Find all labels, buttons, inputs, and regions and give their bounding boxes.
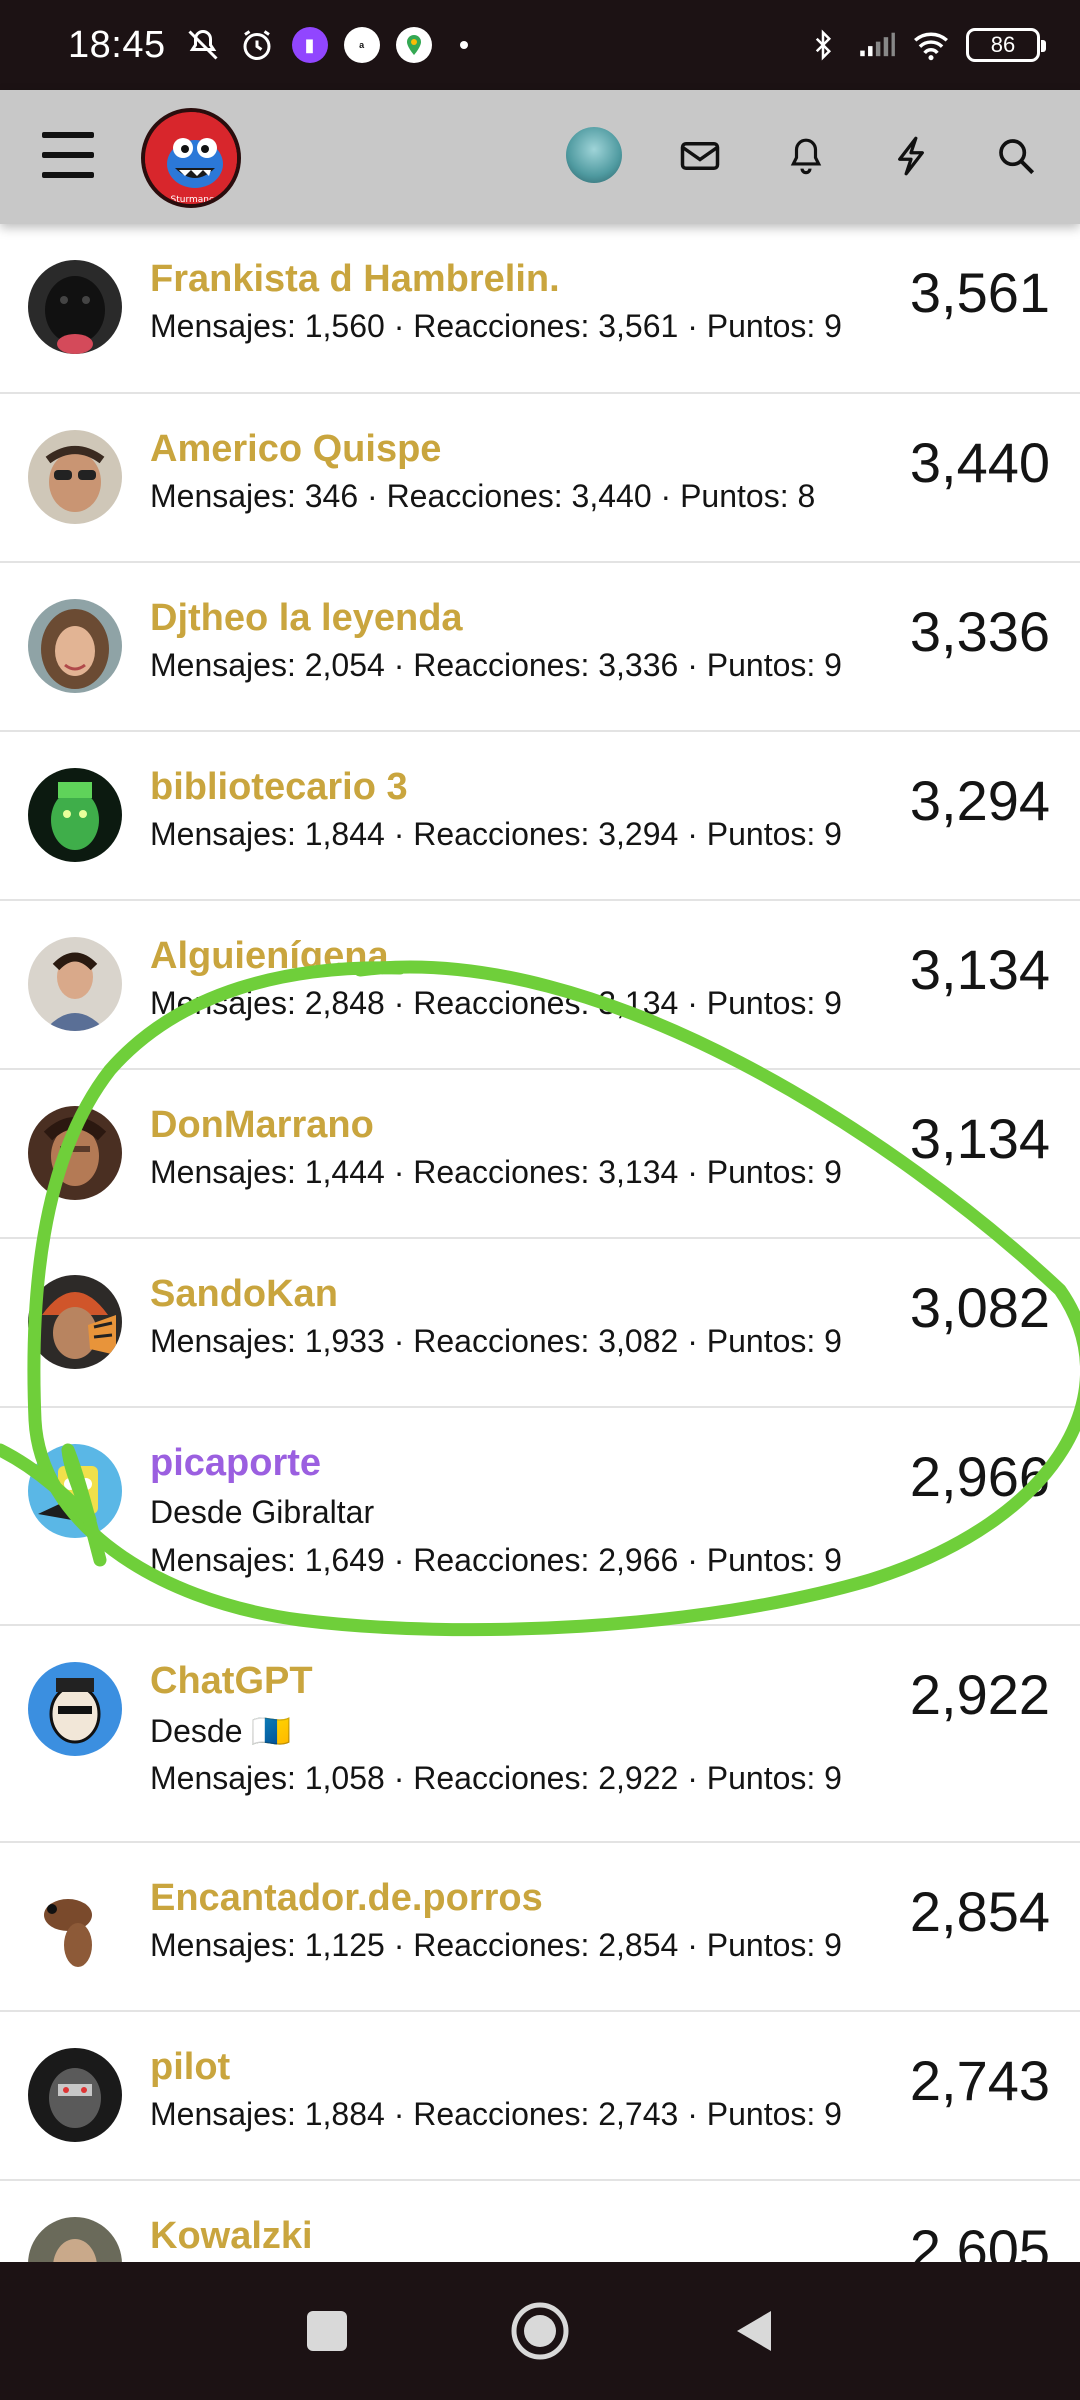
more-notifications-dot: [459, 41, 468, 49]
member-score: 3,561: [909, 261, 1050, 324]
home-circle-icon[interactable]: [500, 2291, 580, 2371]
logo-text: Sturmanca: [171, 195, 220, 205]
battery-indicator: 86: [966, 28, 1046, 62]
hamburger-menu-icon[interactable]: [42, 132, 94, 178]
avatar[interactable]: [28, 1275, 122, 1369]
member-stats: Mensajes: 2,054 · Reacciones: 3,336 · Pu…: [150, 647, 842, 683]
list-item[interactable]: picaporte Desde Gibraltar Mensajes: 1,64…: [0, 1408, 1080, 1626]
member-score: 3,134: [909, 1107, 1050, 1170]
list-item[interactable]: ChatGPT Desde 🇮🇨 Mensajes: 1,058 · Reacc…: [0, 1626, 1080, 1843]
mail-icon[interactable]: [675, 131, 725, 181]
member-score: 3,082: [909, 1276, 1050, 1339]
member-stats: Mensajes: 1,058 · Reacciones: 2,922 · Pu…: [150, 1760, 842, 1796]
member-name[interactable]: Djtheo la leyenda: [150, 597, 463, 640]
member-stats: Mensajes: 1,649 · Reacciones: 2,966 · Pu…: [150, 1542, 842, 1578]
wifi-icon: [912, 26, 950, 64]
avatar[interactable]: [28, 1879, 122, 1973]
member-stats: Mensajes: 1,560 · Reacciones: 3,561 · Pu…: [150, 308, 842, 344]
list-item[interactable]: DonMarrano Mensajes: 1,444 · Reacciones:…: [0, 1070, 1080, 1239]
member-stats: Mensajes: 1,884 · Reacciones: 2,743 · Pu…: [150, 2096, 842, 2132]
status-time: 18:45: [68, 23, 166, 66]
avatar[interactable]: [28, 2048, 122, 2142]
list-item[interactable]: Frankista d Hambrelin. Mensajes: 1,560 ·…: [0, 224, 1080, 394]
twitch-app-icon: ▮: [291, 27, 328, 63]
member-name[interactable]: bibliotecario 3: [150, 766, 408, 809]
lightning-icon[interactable]: [886, 131, 936, 181]
app-bar: Sturmanca: [0, 90, 1080, 224]
member-name[interactable]: Encantador.de.porros: [150, 1877, 543, 1920]
member-score: 2,922: [909, 1663, 1050, 1726]
list-item[interactable]: Alguienígena Mensajes: 2,848 · Reaccione…: [0, 901, 1080, 1070]
member-stats: Mensajes: 346 · Reacciones: 3,440 · Punt…: [150, 478, 816, 514]
avatar[interactable]: [28, 1662, 122, 1756]
list-item[interactable]: pilot Mensajes: 1,884 · Reacciones: 2,74…: [0, 2012, 1080, 2181]
member-name[interactable]: Kowalzki: [150, 2215, 313, 2258]
status-system-icons: 86: [804, 26, 1046, 64]
avatar[interactable]: [28, 1444, 122, 1538]
list-item[interactable]: Encantador.de.porros Mensajes: 1,125 · R…: [0, 1843, 1080, 2012]
member-score: 2,966: [909, 1445, 1050, 1508]
member-score: 2,854: [909, 1880, 1050, 1943]
member-score: 3,440: [909, 431, 1050, 494]
avatar[interactable]: [28, 430, 122, 524]
member-name[interactable]: Alguienígena: [150, 935, 389, 978]
member-name[interactable]: Frankista d Hambrelin.: [150, 258, 560, 301]
list-item[interactable]: Djtheo la leyenda Mensajes: 2,054 · Reac…: [0, 563, 1080, 732]
member-score: 3,294: [909, 769, 1050, 832]
avatar[interactable]: [28, 599, 122, 693]
avatar[interactable]: [28, 937, 122, 1031]
member-stats: Mensajes: 1,844 · Reacciones: 3,294 · Pu…: [150, 816, 842, 852]
maps-app-icon: [395, 27, 432, 63]
site-logo[interactable]: Sturmanca: [141, 108, 241, 208]
list-item[interactable]: SandoKan Mensajes: 1,933 · Reacciones: 3…: [0, 1239, 1080, 1408]
member-score: 3,134: [909, 938, 1050, 1001]
back-triangle-icon[interactable]: [713, 2291, 793, 2371]
member-stats: Mensajes: 1,125 · Reacciones: 2,854 · Pu…: [150, 1927, 842, 1963]
member-stats: Mensajes: 2,848 · Reacciones: 3,134 · Pu…: [150, 985, 842, 1021]
avatar[interactable]: [28, 768, 122, 862]
member-location: Desde 🇮🇨: [150, 1713, 292, 1749]
alarm-icon: [238, 26, 276, 64]
avatar[interactable]: [28, 1106, 122, 1200]
list-item[interactable]: bibliotecario 3 Mensajes: 1,844 · Reacci…: [0, 732, 1080, 901]
search-icon[interactable]: [991, 131, 1041, 181]
member-name[interactable]: ChatGPT: [150, 1660, 313, 1703]
signal-icon: [858, 26, 896, 64]
member-leaderboard-list: Frankista d Hambrelin. Mensajes: 1,560 ·…: [0, 224, 1080, 2350]
amazon-app-icon: a: [343, 27, 380, 63]
member-name[interactable]: DonMarrano: [150, 1104, 374, 1147]
system-navigation-bar: [0, 2262, 1080, 2400]
status-bar: 18:45 ▮ a 86: [0, 0, 1080, 90]
recent-apps-square-icon[interactable]: [287, 2291, 367, 2371]
member-score: 3,336: [909, 600, 1050, 663]
member-stats: Mensajes: 1,933 · Reacciones: 3,082 · Pu…: [150, 1323, 842, 1359]
member-name[interactable]: Americo Quispe: [150, 428, 441, 471]
member-name[interactable]: SandoKan: [150, 1273, 338, 1316]
status-notification-icons: ▮ a: [184, 26, 468, 64]
member-name[interactable]: pilot: [150, 2046, 230, 2089]
list-item[interactable]: Americo Quispe Mensajes: 346 · Reaccione…: [0, 394, 1080, 563]
bell-icon[interactable]: [781, 131, 831, 181]
screen: 18:45 ▮ a 86 Sturmanca Frankista d Hambr…: [0, 0, 1080, 2400]
member-stats: Mensajes: 1,444 · Reacciones: 3,134 · Pu…: [150, 1154, 842, 1190]
current-user-avatar[interactable]: [566, 127, 622, 183]
member-score: 2,743: [909, 2049, 1050, 2112]
bluetooth-icon: [804, 26, 842, 64]
member-location: Desde Gibraltar: [150, 1494, 375, 1530]
avatar[interactable]: [28, 260, 122, 354]
member-name[interactable]: picaporte: [150, 1442, 321, 1485]
muted-bell-icon: [184, 26, 222, 64]
